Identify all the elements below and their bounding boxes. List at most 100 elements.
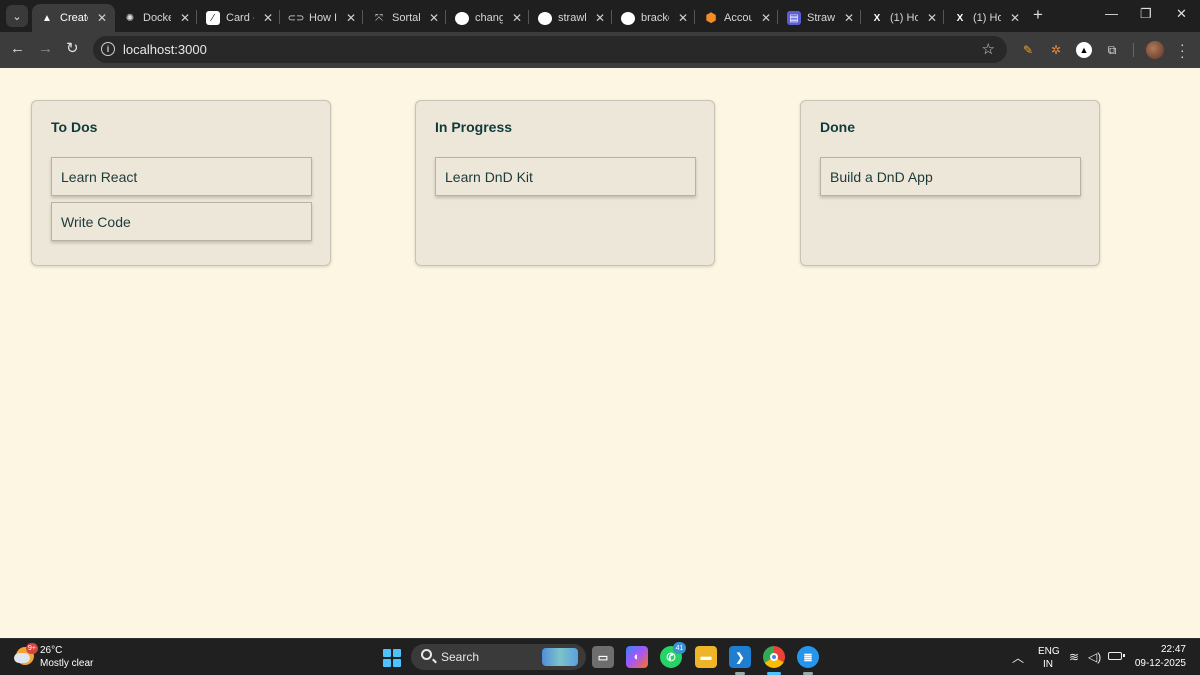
chrome-icon[interactable]: [763, 646, 785, 668]
github-icon: [621, 11, 635, 25]
close-tab-icon[interactable]: ✕: [180, 11, 190, 25]
tab-title: chang: [475, 12, 503, 24]
taskbar-search[interactable]: Search: [411, 644, 586, 670]
wifi-icon[interactable]: ≋: [1069, 650, 1079, 664]
browser-tab[interactable]: X (1) Ho ✕: [945, 4, 1028, 32]
tray-overflow-chevron-icon[interactable]: ︿: [1012, 649, 1024, 666]
tab-divider: [943, 10, 944, 24]
search-highlight-icon: [542, 648, 578, 666]
browser-tab[interactable]: ▤ Strawk ✕: [779, 4, 862, 32]
browser-tab[interactable]: bracke ✕: [613, 4, 696, 32]
close-tab-icon[interactable]: ✕: [844, 11, 854, 25]
browser-tab-strip: ⌄ ▲ Create ✕ ✺ Docke ✕ ⁄ Card - ✕ ⊂⊃ How…: [0, 0, 1200, 32]
browser-tab[interactable]: X (1) Ho ✕: [862, 4, 945, 32]
close-tab-icon[interactable]: ✕: [595, 11, 605, 25]
shadcn-icon: ⁄: [206, 11, 220, 25]
browser-tab[interactable]: chang ✕: [447, 4, 530, 32]
task-card[interactable]: Build a DnD App: [820, 157, 1081, 196]
close-tab-icon[interactable]: ✕: [429, 11, 439, 25]
address-bar[interactable]: i localhost:3000 ☆: [93, 36, 1007, 63]
browser-tab[interactable]: strawk ✕: [530, 4, 613, 32]
close-tab-icon[interactable]: ✕: [263, 11, 273, 25]
tab-title: Sortab: [392, 12, 420, 24]
pen-extension-icon[interactable]: ✎: [1020, 42, 1036, 58]
close-tab-icon[interactable]: ✕: [512, 11, 522, 25]
taskbar: 9+ 26°C Mostly clear Search ▭ ◐ ✆ 41 ▬ ❯…: [0, 638, 1200, 675]
language-code: ENG: [1038, 646, 1060, 657]
github-icon: [455, 11, 469, 25]
tab-title: Strawk: [807, 12, 835, 24]
tab-divider: [528, 10, 529, 24]
tab-divider: [362, 10, 363, 24]
tab-title: bracke: [641, 12, 669, 24]
task-view-icon[interactable]: ▭: [592, 646, 614, 668]
column-done: Done Build a DnD App: [800, 100, 1100, 266]
tab-title: Docke: [143, 12, 171, 24]
column-in-progress: In Progress Learn DnD Kit: [415, 100, 715, 266]
openai-icon: ✺: [125, 12, 135, 24]
tab-divider: [611, 10, 612, 24]
copilot-icon[interactable]: ◐: [626, 646, 648, 668]
language-indicator[interactable]: ENG IN: [1038, 645, 1060, 671]
address-bar-url[interactable]: localhost:3000: [123, 42, 207, 57]
clock-time[interactable]: 22:47: [1150, 644, 1186, 655]
minimize-icon[interactable]: —: [1105, 6, 1118, 21]
restore-icon[interactable]: ❐: [1140, 6, 1152, 22]
strawk-icon: ▤: [787, 11, 801, 25]
tab-search-chevron-icon[interactable]: ⌄: [6, 5, 28, 27]
profile-avatar[interactable]: [1146, 41, 1164, 59]
weather-badge: 9+: [26, 643, 38, 654]
vercel-extension-icon[interactable]: ▲: [1076, 42, 1092, 58]
volume-icon[interactable]: ◁): [1088, 650, 1101, 664]
browser-tab[interactable]: ✺ Docke ✕: [115, 4, 198, 32]
browser-tab[interactable]: ⁄ Card - ✕: [198, 4, 281, 32]
cookie-extension-icon[interactable]: ✲: [1048, 42, 1064, 58]
browser-tab[interactable]: ⬢ Accou ✕: [696, 4, 779, 32]
extensions-puzzle-icon[interactable]: ⧉: [1104, 42, 1120, 58]
browser-tab[interactable]: ▲ Create ✕: [32, 4, 115, 32]
weather-condition: Mostly clear: [40, 658, 94, 669]
language-region: IN: [1043, 659, 1053, 670]
reload-icon[interactable]: ↻: [66, 41, 79, 57]
kanban-board: To Dos Learn React Write Code In Progres…: [0, 68, 1200, 638]
tab-title: How I: [309, 12, 337, 24]
menu-kebab-icon[interactable]: · · ·: [1180, 37, 1185, 63]
tab-divider: [279, 10, 280, 24]
close-tab-icon[interactable]: ✕: [346, 11, 356, 25]
new-tab-button[interactable]: +: [1033, 6, 1043, 24]
close-tab-icon[interactable]: ✕: [97, 11, 107, 25]
file-explorer-icon[interactable]: ▬: [695, 646, 717, 668]
tab-title: (1) Ho: [890, 12, 918, 24]
tab-generic-icon: ⊂⊃: [287, 12, 305, 24]
column-title: Done: [820, 119, 855, 135]
task-card[interactable]: Learn React: [51, 157, 312, 196]
toolbar-divider: [1133, 43, 1134, 57]
clock-date[interactable]: 09-12-2025: [1131, 658, 1186, 669]
close-tab-icon[interactable]: ✕: [1010, 11, 1020, 25]
vscode-icon[interactable]: ❯: [729, 646, 751, 668]
windows-start-icon[interactable]: [383, 649, 401, 667]
hexagon-icon: ⬢: [705, 10, 717, 25]
browser-tab[interactable]: ⤧ Sortab ✕: [364, 4, 447, 32]
browser-tab[interactable]: ⊂⊃ How I ✕: [281, 4, 364, 32]
task-card[interactable]: Write Code: [51, 202, 312, 241]
battery-icon[interactable]: [1108, 652, 1125, 660]
column-title: To Dos: [51, 119, 98, 135]
close-tab-icon[interactable]: ✕: [678, 11, 688, 25]
close-tab-icon[interactable]: ✕: [927, 11, 937, 25]
close-window-icon[interactable]: ✕: [1176, 6, 1187, 22]
column-to-dos: To Dos Learn React Write Code: [31, 100, 331, 266]
browser-toolbar: ← → ↻ i localhost:3000 ☆ ✎ ✲ ▲ ⧉ · · ·: [0, 32, 1200, 68]
tab-title: Create: [60, 12, 88, 24]
docker-icon[interactable]: ≣: [797, 646, 819, 668]
task-card[interactable]: Learn DnD Kit: [435, 157, 696, 196]
site-info-icon[interactable]: i: [101, 42, 115, 56]
back-arrow-icon[interactable]: ←: [10, 41, 25, 57]
dnd-kit-icon: ⤧: [375, 12, 383, 24]
tab-divider: [196, 10, 197, 24]
search-icon: [421, 649, 432, 660]
close-tab-icon[interactable]: ✕: [761, 11, 771, 25]
tab-divider: [694, 10, 695, 24]
bookmark-star-icon[interactable]: ☆: [982, 40, 995, 58]
forward-arrow-icon[interactable]: →: [38, 41, 53, 57]
